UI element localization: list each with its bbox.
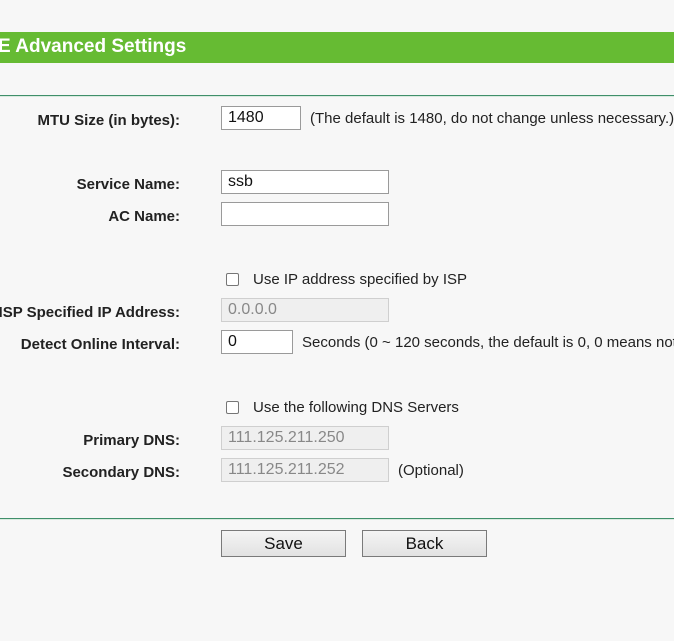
mtu-label: MTU Size (in bytes): xyxy=(37,112,180,129)
divider-top xyxy=(0,95,674,97)
secondary-dns-input[interactable] xyxy=(221,458,389,482)
save-button[interactable]: Save xyxy=(221,530,346,557)
primary-dns-label: Primary DNS: xyxy=(83,432,180,449)
divider-bottom xyxy=(0,518,674,520)
isp-ip-label: ISP Specified IP Address: xyxy=(0,304,180,321)
back-button[interactable]: Back xyxy=(362,530,487,557)
detect-interval-input[interactable] xyxy=(221,330,293,354)
mtu-note: (The default is 1480, do not change unle… xyxy=(310,110,674,127)
service-name-label: Service Name: xyxy=(76,176,180,193)
primary-dns-input[interactable] xyxy=(221,426,389,450)
use-dns-label[interactable]: Use the following DNS Servers xyxy=(253,399,459,416)
use-isp-ip-checkbox[interactable] xyxy=(226,272,239,286)
detect-interval-note: Seconds (0 ~ 120 seconds, the default is… xyxy=(302,334,674,351)
use-isp-ip-row[interactable]: Use IP address specified by ISP xyxy=(226,270,467,288)
use-dns-checkbox[interactable] xyxy=(226,400,239,414)
ac-name-input[interactable] xyxy=(221,202,389,226)
use-isp-ip-label[interactable]: Use IP address specified by ISP xyxy=(253,271,467,288)
ac-name-label: AC Name: xyxy=(108,208,180,225)
secondary-dns-note: (Optional) xyxy=(398,462,464,479)
isp-ip-input[interactable] xyxy=(221,298,389,322)
mtu-input[interactable] xyxy=(221,106,301,130)
section-header: E Advanced Settings xyxy=(0,32,674,63)
use-dns-row[interactable]: Use the following DNS Servers xyxy=(226,398,459,416)
service-name-input[interactable] xyxy=(221,170,389,194)
secondary-dns-label: Secondary DNS: xyxy=(62,464,180,481)
detect-interval-label: Detect Online Interval: xyxy=(20,336,180,353)
section-title: E Advanced Settings xyxy=(0,36,187,57)
